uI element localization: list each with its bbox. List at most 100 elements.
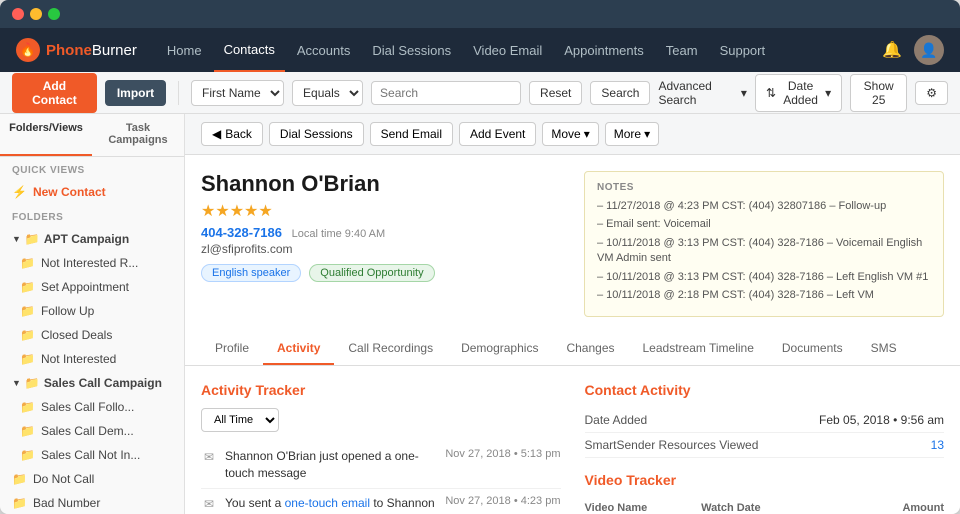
date-added-sort-button[interactable]: ⇅ Date Added ▾ [755, 74, 842, 112]
nav-contacts[interactable]: Contacts [214, 28, 285, 72]
contact-tags: English speaker Qualified Opportunity [201, 264, 568, 282]
add-event-button[interactable]: Add Event [459, 122, 536, 146]
move-button[interactable]: Move ▾ [542, 122, 598, 146]
nav-appointments[interactable]: Appointments [554, 28, 654, 72]
sidebar-tabs: Folders/Views Task Campaigns [0, 114, 184, 157]
contact-stars[interactable]: ★★★★★ [201, 201, 568, 221]
folder-icon: 📁 [20, 328, 35, 342]
back-button[interactable]: ◀ Back [201, 122, 263, 146]
tag-qualified-opportunity[interactable]: Qualified Opportunity [309, 264, 434, 282]
chevron-down-icon: ▾ [644, 127, 650, 141]
sort-icon: ⇅ [766, 86, 776, 100]
sidebar-item-not-interested-r[interactable]: 📁 Not Interested R... [0, 251, 184, 275]
tab-call-recordings[interactable]: Call Recordings [334, 333, 447, 365]
chevron-down-icon: ▼ [12, 234, 21, 244]
smart-sender-row: SmartSender Resources Viewed 13 [585, 433, 945, 458]
maximize-button[interactable] [48, 8, 60, 20]
tab-changes[interactable]: Changes [552, 333, 628, 365]
nav-accounts[interactable]: Accounts [287, 28, 360, 72]
send-email-button[interactable]: Send Email [370, 122, 453, 146]
tab-activity[interactable]: Activity [263, 333, 334, 365]
nav-home[interactable]: Home [157, 28, 212, 72]
chevron-down-icon: ▾ [584, 127, 590, 141]
sidebar-item-closed-deals[interactable]: 📁 Closed Deals [0, 323, 184, 347]
sidebar-item-sales-dem[interactable]: 📁 Sales Call Dem... [0, 419, 184, 443]
folder-icon: 📁 [20, 424, 35, 438]
close-button[interactable] [12, 8, 24, 20]
nav-team[interactable]: Team [656, 28, 708, 72]
tab-profile[interactable]: Profile [201, 333, 263, 365]
contact-phone[interactable]: 404-328-7186 Local time 9:40 AM [201, 225, 568, 240]
apt-campaign-folder[interactable]: ▼ 📁 APT Campaign [0, 227, 184, 251]
nav-video-email[interactable]: Video Email [463, 28, 552, 72]
new-contact-item[interactable]: ⚡ New Contact [0, 180, 184, 204]
smart-sender-value[interactable]: 13 [931, 438, 944, 452]
activity-item-0: ✉ Shannon O'Brian just opened a one-touc… [201, 442, 561, 489]
notification-bell-icon[interactable]: 🔔 [882, 40, 902, 60]
video-table-header: Video Name Watch Date Amount [585, 498, 945, 514]
folder-icon: 📁 [20, 304, 35, 318]
toolbar-right: ⇅ Date Added ▾ Show 25 ⚙ [755, 74, 948, 112]
reset-button[interactable]: Reset [529, 81, 582, 105]
sidebar-item-set-appointment[interactable]: 📁 Set Appointment [0, 275, 184, 299]
chevron-down-icon: ▼ [12, 378, 21, 388]
advanced-search-link[interactable]: Advanced Search ▾ [658, 79, 747, 107]
tab-folders-views[interactable]: Folders/Views [0, 114, 92, 156]
date-added-label: Date Added [585, 413, 648, 427]
search-button[interactable]: Search [590, 81, 650, 105]
notes-title: NOTES [597, 182, 931, 193]
brand-icon: 🔥 [16, 38, 40, 62]
sales-call-campaign-folder[interactable]: ▼ 📁 Sales Call Campaign [0, 371, 184, 395]
add-contact-button[interactable]: Add Contact [12, 73, 97, 113]
activity-date-1: Nov 27, 2018 • 4:23 pm [445, 495, 560, 507]
chevron-down-icon: ▾ [825, 86, 831, 100]
search-input[interactable] [371, 81, 521, 105]
folder-icon: 📁 [12, 472, 27, 486]
video-tracker: Video Tracker Video Name Watch Date Amou… [585, 472, 945, 514]
nav-support[interactable]: Support [710, 28, 776, 72]
one-touch-email-link[interactable]: one-touch email [285, 496, 370, 510]
show-25-button[interactable]: Show 25 [850, 74, 907, 112]
nav-dial-sessions[interactable]: Dial Sessions [362, 28, 461, 72]
contact-activity-title: Contact Activity [585, 382, 945, 398]
avatar[interactable]: 👤 [914, 35, 944, 65]
email-sent-icon: ✉ [201, 496, 217, 512]
tag-english-speaker[interactable]: English speaker [201, 264, 301, 282]
activity-text-0: Shannon O'Brian just opened a one-touch … [225, 448, 437, 482]
profile-tabs: Profile Activity Call Recordings Demogra… [185, 333, 960, 366]
sidebar-item-sales-not-in[interactable]: 📁 Sales Call Not In... [0, 443, 184, 467]
minimize-button[interactable] [30, 8, 42, 20]
contact-email[interactable]: zl@sfiprofits.com [201, 242, 568, 256]
equals-select[interactable]: Equals [292, 80, 363, 106]
content-wrapper: ◀ Back Dial Sessions Send Email Add Even… [185, 114, 960, 514]
tab-sms[interactable]: SMS [857, 333, 911, 365]
chevron-down-icon: ▾ [741, 86, 747, 100]
folder-icon: 📁 [20, 256, 35, 270]
import-button[interactable]: Import [105, 80, 166, 106]
folder-icon: 📁 [20, 352, 35, 366]
more-button[interactable]: More ▾ [605, 122, 659, 146]
settings-button[interactable]: ⚙ [915, 81, 948, 105]
sidebar-item-not-interested[interactable]: 📁 Not Interested [0, 347, 184, 371]
brand: 🔥 PhoneBurner [16, 38, 137, 62]
tab-demographics[interactable]: Demographics [447, 333, 552, 365]
sidebar-item-follow-up[interactable]: 📁 Follow Up [0, 299, 184, 323]
activity-text-1: You sent a one-touch email to Shannon O'… [225, 495, 437, 514]
folder-icon: 📁 [20, 400, 35, 414]
first-name-select[interactable]: First Name [191, 80, 284, 106]
folders-section-label: Folders [0, 204, 184, 227]
activity-time-filter[interactable]: All Time [201, 408, 279, 432]
sidebar-item-sales-follo[interactable]: 📁 Sales Call Follo... [0, 395, 184, 419]
dial-sessions-button[interactable]: Dial Sessions [269, 122, 364, 146]
tab-documents[interactable]: Documents [768, 333, 857, 365]
sidebar-item-do-not-call[interactable]: 📁 Do Not Call [0, 467, 184, 491]
folder-icon: 📁 [12, 496, 27, 510]
activity-item-1: ✉ You sent a one-touch email to Shannon … [201, 489, 561, 514]
apt-campaign-group: 📁 Not Interested R... 📁 Set Appointment … [0, 251, 184, 371]
gear-icon: ⚙ [926, 86, 937, 100]
sidebar-item-bad-number[interactable]: 📁 Bad Number [0, 491, 184, 514]
tab-leadstream-timeline[interactable]: Leadstream Timeline [629, 333, 768, 365]
tab-task-campaigns[interactable]: Task Campaigns [92, 114, 184, 156]
video-tracker-title: Video Tracker [585, 472, 945, 488]
activity-date-0: Nov 27, 2018 • 5:13 pm [445, 448, 560, 460]
